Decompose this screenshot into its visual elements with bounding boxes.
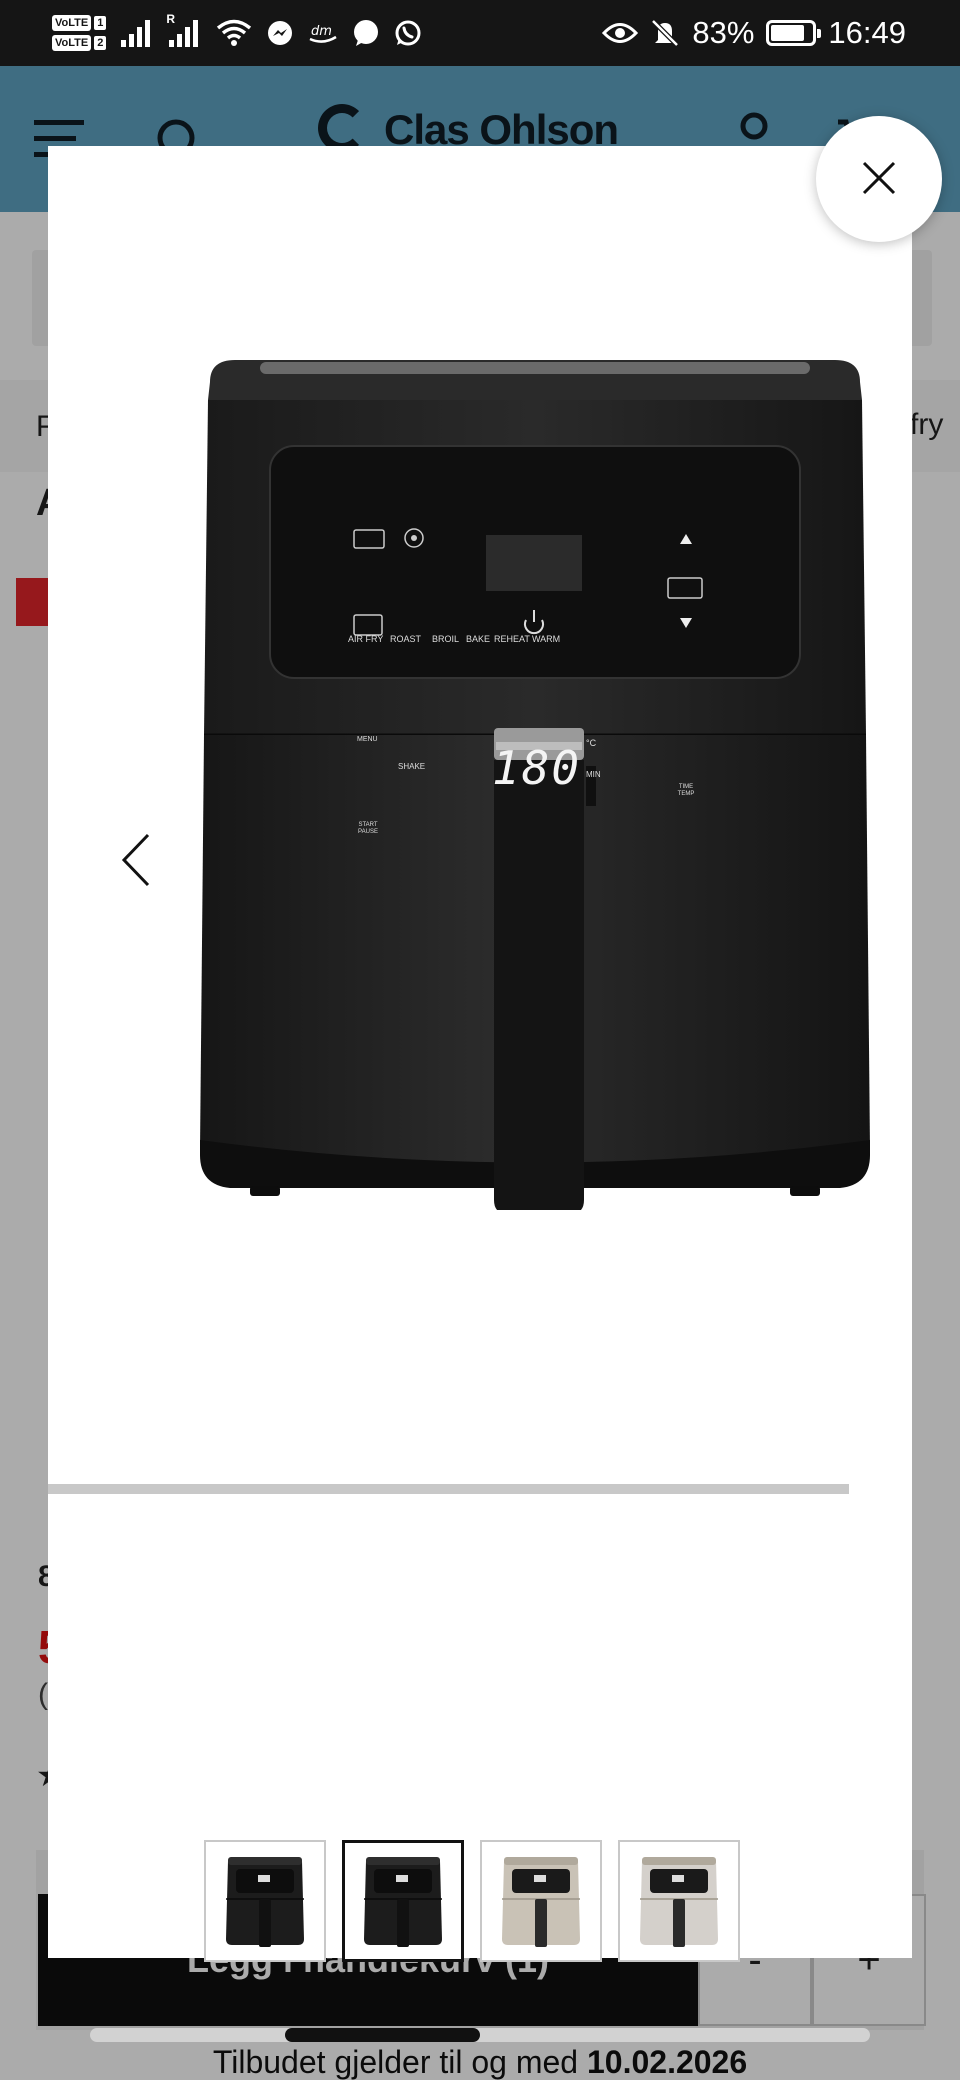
status-right: 83% 16:49 bbox=[602, 8, 906, 58]
shake-label: SHAKE bbox=[398, 762, 426, 771]
start-key-label: START PAUSE bbox=[358, 822, 378, 835]
status-left: VoLTE 1 VoLTE 2 R dm bbox=[52, 8, 422, 58]
battery-icon bbox=[766, 20, 822, 46]
thumbnail-1[interactable] bbox=[204, 1840, 326, 1962]
signal-icon bbox=[120, 18, 154, 48]
cooking-mode-label: REHEAT bbox=[494, 634, 530, 644]
status-bar: VoLTE 1 VoLTE 2 R dm 83% 16:49 bbox=[0, 0, 960, 66]
menu-key-label: MENU bbox=[357, 736, 378, 743]
image-progress-fill bbox=[48, 1484, 849, 1494]
close-icon bbox=[861, 160, 897, 199]
signal-roaming-icon: R bbox=[166, 12, 202, 48]
battery-percent: 83% bbox=[692, 15, 755, 50]
image-progress-bar bbox=[48, 1484, 849, 1494]
thumbnail-image bbox=[364, 1857, 442, 1947]
display-readout: 180 bbox=[492, 741, 582, 795]
cooking-mode-label: BAKE bbox=[466, 634, 491, 644]
roaming-mark: R bbox=[166, 12, 175, 26]
volte-indicator: VoLTE 1 VoLTE 2 bbox=[52, 15, 107, 51]
time-temp-key-label: TIME TEMP bbox=[677, 784, 695, 797]
display-unit-celsius: °C bbox=[586, 738, 597, 748]
thumbnail-scrollbar-thumb[interactable] bbox=[285, 2028, 480, 2042]
thumbnail-3[interactable] bbox=[480, 1840, 602, 1962]
image-gallery-modal: AIR FRY ROAST BROIL BAKE REHEAT WARM MENU SHA… bbox=[48, 146, 912, 2042]
dm-app-icon: dm bbox=[308, 19, 338, 47]
battery-level bbox=[771, 25, 805, 41]
cooking-mode-label: AIR FRY bbox=[348, 634, 384, 644]
wifi-icon bbox=[216, 18, 252, 48]
thumbnail-image bbox=[640, 1857, 718, 1947]
thumbnail-scrollbar[interactable] bbox=[90, 2028, 870, 2042]
thumbnail-image bbox=[226, 1857, 304, 1947]
thumbnail-4[interactable] bbox=[618, 1840, 740, 1962]
messenger-icon bbox=[266, 19, 294, 47]
whatsapp-icon bbox=[394, 19, 422, 47]
sim1-number: 1 bbox=[94, 16, 107, 30]
thumbnail-strip bbox=[204, 1840, 740, 1962]
chat-bubble-icon bbox=[352, 19, 380, 47]
sim1-volte-tag: VoLTE bbox=[52, 15, 92, 31]
bell-off-icon bbox=[650, 18, 680, 48]
sim2-volte-tag: VoLTE bbox=[52, 35, 92, 51]
sim2-number: 2 bbox=[94, 36, 107, 50]
thumbnail-image bbox=[502, 1857, 580, 1947]
chevron-left-icon bbox=[121, 832, 151, 893]
svg-text:dm: dm bbox=[311, 24, 332, 39]
clock: 16:49 bbox=[828, 15, 906, 50]
product-panel-labels: AIR FRY ROAST BROIL BAKE REHEAT WARM MENU SHA… bbox=[190, 350, 880, 1210]
cooking-mode-label: BROIL bbox=[432, 634, 460, 644]
close-gallery-button[interactable] bbox=[816, 116, 942, 242]
cooking-mode-label: WARM bbox=[532, 634, 561, 644]
cooking-mode-labels: AIR FRY ROAST BROIL BAKE REHEAT WARM bbox=[190, 634, 880, 648]
previous-image-button[interactable] bbox=[106, 832, 166, 892]
eye-icon bbox=[602, 20, 639, 46]
thumbnail-2[interactable] bbox=[342, 1840, 464, 1962]
display-unit-minutes: MIN bbox=[586, 770, 601, 779]
cooking-mode-label: ROAST bbox=[390, 634, 422, 644]
